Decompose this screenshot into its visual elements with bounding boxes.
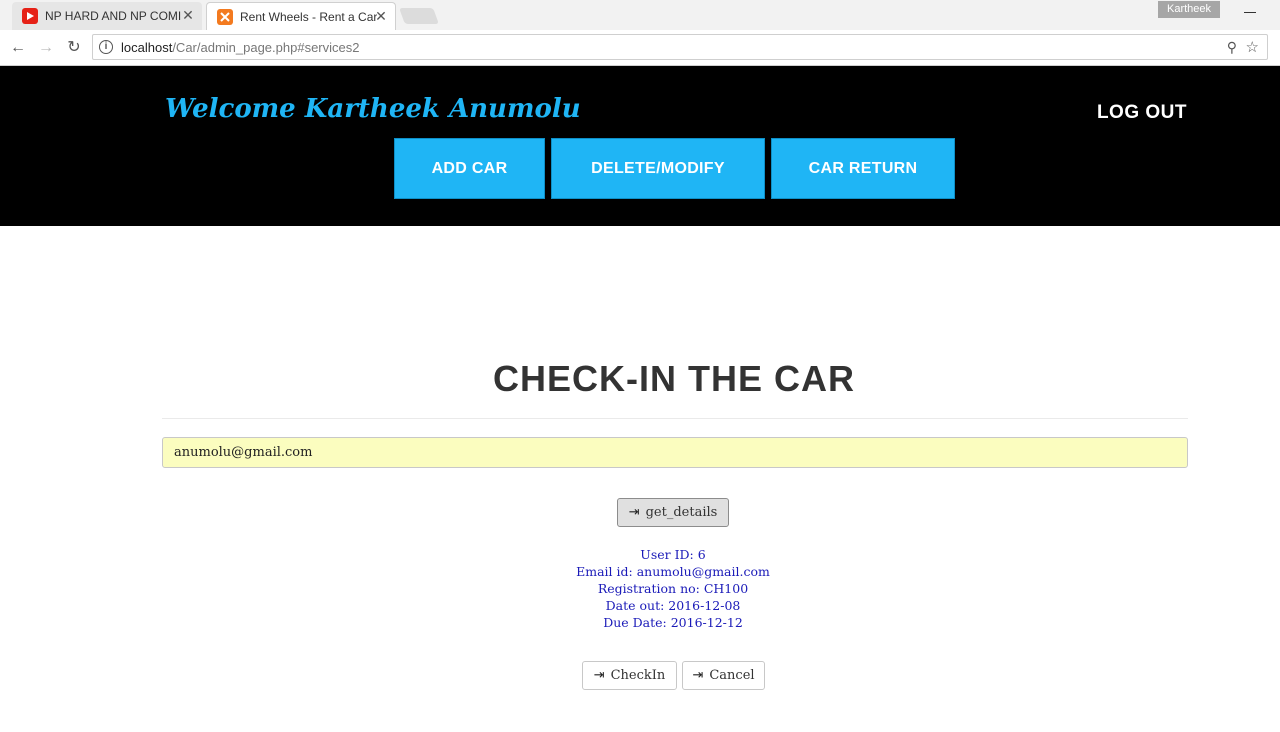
get-details-label: get_details [645, 505, 718, 520]
admin-nav: ADD CAR DELETE/MODIFY CAR RETURN [394, 138, 955, 199]
date-out-text: Date out: 2016-12-08 [605, 598, 741, 613]
delete-modify-button[interactable]: DELETE/MODIFY [551, 138, 765, 199]
cancel-button[interactable]: ⇥ Cancel [682, 661, 765, 690]
checkin-button[interactable]: ⇥ CheckIn [582, 661, 677, 690]
youtube-icon [22, 8, 38, 24]
forward-arrow-icon[interactable]: → [36, 38, 56, 58]
zoom-icon[interactable]: ⚲ [1227, 39, 1237, 56]
logout-link[interactable]: LOG OUT [1097, 102, 1187, 124]
info-icon[interactable]: i [99, 40, 113, 54]
sign-in-icon: ⇥ [692, 668, 704, 683]
page-title: CHECK-IN THE CAR [493, 358, 855, 399]
url-path: /Car/admin_page.php#services2 [172, 40, 360, 55]
url-bar[interactable]: i localhost/Car/admin_page.php#services2… [92, 34, 1268, 60]
email-input[interactable] [162, 437, 1188, 468]
car-return-button[interactable]: CAR RETURN [771, 138, 955, 199]
add-car-button[interactable]: ADD CAR [394, 138, 545, 199]
tab-title: Rent Wheels - Rent a Car [240, 9, 378, 24]
profile-badge[interactable]: Kartheek [1158, 1, 1220, 18]
close-icon[interactable]: ✕ [180, 7, 196, 24]
new-tab-button[interactable] [399, 8, 439, 24]
due-date-text: Due Date: 2016-12-12 [603, 615, 743, 630]
get-details-button[interactable]: ⇥ get_details [617, 498, 729, 527]
bookmark-star-icon[interactable]: ☆ [1246, 38, 1259, 56]
close-icon[interactable]: ✕ [373, 8, 389, 25]
sign-in-icon: ⇥ [593, 668, 605, 683]
user-id-text: User ID: 6 [640, 547, 706, 562]
checkin-label: CheckIn [610, 668, 666, 683]
browser-tab-youtube[interactable]: NP HARD AND NP COMI ✕ [12, 2, 202, 30]
browser-tab-rent-wheels[interactable]: Rent Wheels - Rent a Car ✕ [206, 2, 396, 30]
url-host: localhost [121, 40, 173, 55]
divider [162, 418, 1188, 419]
sign-in-icon: ⇥ [628, 505, 640, 520]
email-id-text: Email id: anumolu@gmail.com [576, 564, 770, 579]
minimize-icon[interactable] [1244, 12, 1256, 13]
reload-icon[interactable]: ↻ [64, 38, 84, 58]
xampp-icon [217, 8, 233, 25]
registration-text: Registration no: CH100 [597, 581, 749, 596]
rental-details: User ID: 6 Email id: anumolu@gmail.com R… [0, 546, 1280, 631]
tab-title: NP HARD AND NP COMI [45, 9, 182, 23]
browser-tab-bar: NP HARD AND NP COMI ✕ Rent Wheels - Rent… [0, 0, 1280, 30]
cancel-label: Cancel [709, 668, 755, 683]
action-buttons: ⇥ CheckIn ⇥ Cancel [582, 661, 765, 690]
url-text: localhost/Car/admin_page.php#services2 [121, 40, 359, 55]
page-header: Welcome Kartheek Anumolu LOG OUT ADD CAR… [0, 66, 1280, 226]
welcome-title: Welcome Kartheek Anumolu [165, 94, 581, 124]
back-arrow-icon[interactable]: ← [8, 38, 28, 58]
address-bar-row: ← → ↻ i localhost/Car/admin_page.php#ser… [0, 30, 1280, 66]
